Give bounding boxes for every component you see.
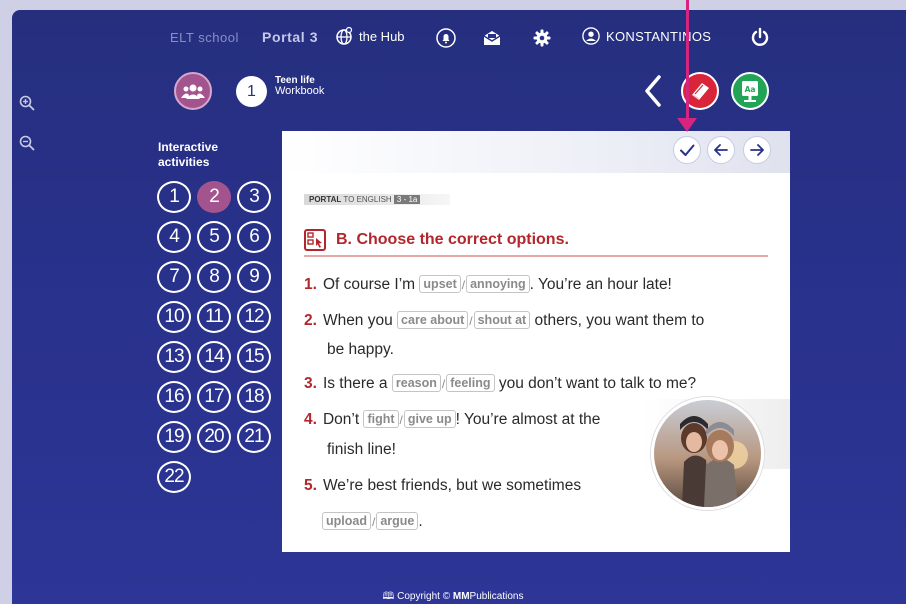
activity-button-18[interactable]: 18 [237,381,271,413]
book-icon: 🕮 [382,591,395,602]
gear-icon[interactable] [532,28,552,48]
exercise-card: PORTAL TO ENGLISH 3 - 1a B. Choose the c… [282,131,790,552]
zoom-in-icon[interactable] [16,92,38,114]
portal-tag: PORTAL TO ENGLISH 3 - 1a [304,194,451,205]
option-reason[interactable]: reason [391,374,441,392]
option-upset[interactable]: upset [419,275,461,293]
exercise-heading: B. Choose the correct options. [304,224,768,257]
activity-button-2[interactable]: 2 [197,181,231,213]
top-bar: ELT school Portal 3 the Hub KONSTANTINOS [0,24,906,54]
next-button[interactable] [743,136,771,164]
zoom-out-icon[interactable] [16,132,38,154]
exercise-item-3: 3. Is there a reason / feeling you don’t wa… [304,374,697,392]
book-icon [692,83,709,100]
previous-button[interactable] [707,136,735,164]
unit-number-badge[interactable]: 1 [236,76,267,107]
activity-button-19[interactable]: 19 [157,421,191,453]
user-name: KONSTANTINOS [606,28,712,44]
notification-bell-icon[interactable] [436,28,456,48]
activity-button-5[interactable]: 5 [197,221,231,253]
pointer-arrow-head [677,118,697,132]
activity-button-13[interactable]: 13 [157,341,191,373]
dictionary-icon: Aa [742,81,758,102]
back-chevron-icon[interactable] [640,72,666,110]
copyright-footer: 🕮 Copyright © MMPublications [382,591,524,602]
activity-button-22[interactable]: 22 [157,461,191,493]
option-feeling[interactable]: feeling [446,374,495,392]
option-give-up[interactable]: give up [403,410,456,428]
option-care-about[interactable]: care about [397,311,469,329]
globe-icon [336,26,353,45]
class-group-button[interactable] [174,72,212,110]
unit-subtitle: Workbook [275,85,325,97]
exercise-item-1: 1. Of course I’m upset / annoying. You’re a… [304,275,672,293]
exercise-item-4: 4. Don’t fight / give up! You’re almost at … [304,410,601,428]
power-icon[interactable] [750,27,770,47]
activity-button-10[interactable]: 10 [157,301,191,333]
checkmark-icon [680,144,695,156]
exercise-item-2-line2: be happy. [327,341,394,358]
activity-button-3[interactable]: 3 [237,181,271,213]
arrow-right-icon [750,144,764,156]
svg-text:Aa: Aa [745,85,756,94]
option-upload[interactable]: upload [322,512,371,530]
mail-icon[interactable] [482,28,502,48]
choose-option-icon [304,228,326,251]
activity-button-21[interactable]: 21 [237,421,271,453]
option-shout-at[interactable]: shout at [473,311,531,329]
option-fight[interactable]: fight [363,410,399,428]
hub-link[interactable]: the Hub [334,26,405,46]
dictionary-button[interactable]: Aa [731,72,769,110]
exercise-item-4-line2: finish line! [327,441,396,458]
activity-button-9[interactable]: 9 [237,261,271,293]
activity-button-6[interactable]: 6 [237,221,271,253]
activity-button-16[interactable]: 16 [157,381,191,413]
option-annoying[interactable]: annoying [466,275,530,293]
activity-button-20[interactable]: 20 [197,421,231,453]
activity-button-17[interactable]: 17 [197,381,231,413]
activity-button-4[interactable]: 4 [157,221,191,253]
hub-label: the Hub [359,28,405,44]
option-argue[interactable]: argue [376,512,419,530]
portal-label[interactable]: Portal 3 [262,29,318,45]
brand-label[interactable]: ELT school [170,30,239,45]
activity-button-11[interactable]: 11 [197,301,231,333]
activity-button-15[interactable]: 15 [237,341,271,373]
arrow-left-icon [714,144,728,156]
exercise-instruction: B. Choose the correct options. [336,230,569,248]
check-answers-button[interactable] [673,136,701,164]
activities-grid: 1 2 3 4 5 6 7 8 9 10 11 12 13 14 15 16 17 18 19 20 21 22 [157,181,272,493]
exercise-item-5-line2: upload / argue. [322,511,423,533]
activity-button-8[interactable]: 8 [197,261,231,293]
exercise-item-5: 5. We’re best friends, but we sometimes [304,477,582,494]
exercise-item-2: 2. When you care about / shout at others, y… [304,311,705,329]
group-icon [181,84,205,99]
activity-button-12[interactable]: 12 [237,301,271,333]
activity-button-1[interactable]: 1 [157,181,191,213]
activity-button-14[interactable]: 14 [197,341,231,373]
activity-button-7[interactable]: 7 [157,261,191,293]
user-menu[interactable]: KONSTANTINOS [582,27,711,45]
user-avatar-icon [582,27,600,45]
activities-title: Interactive activities [158,140,219,169]
pointer-arrow [686,0,689,124]
left-rail [0,0,12,604]
friends-photo [651,397,764,510]
